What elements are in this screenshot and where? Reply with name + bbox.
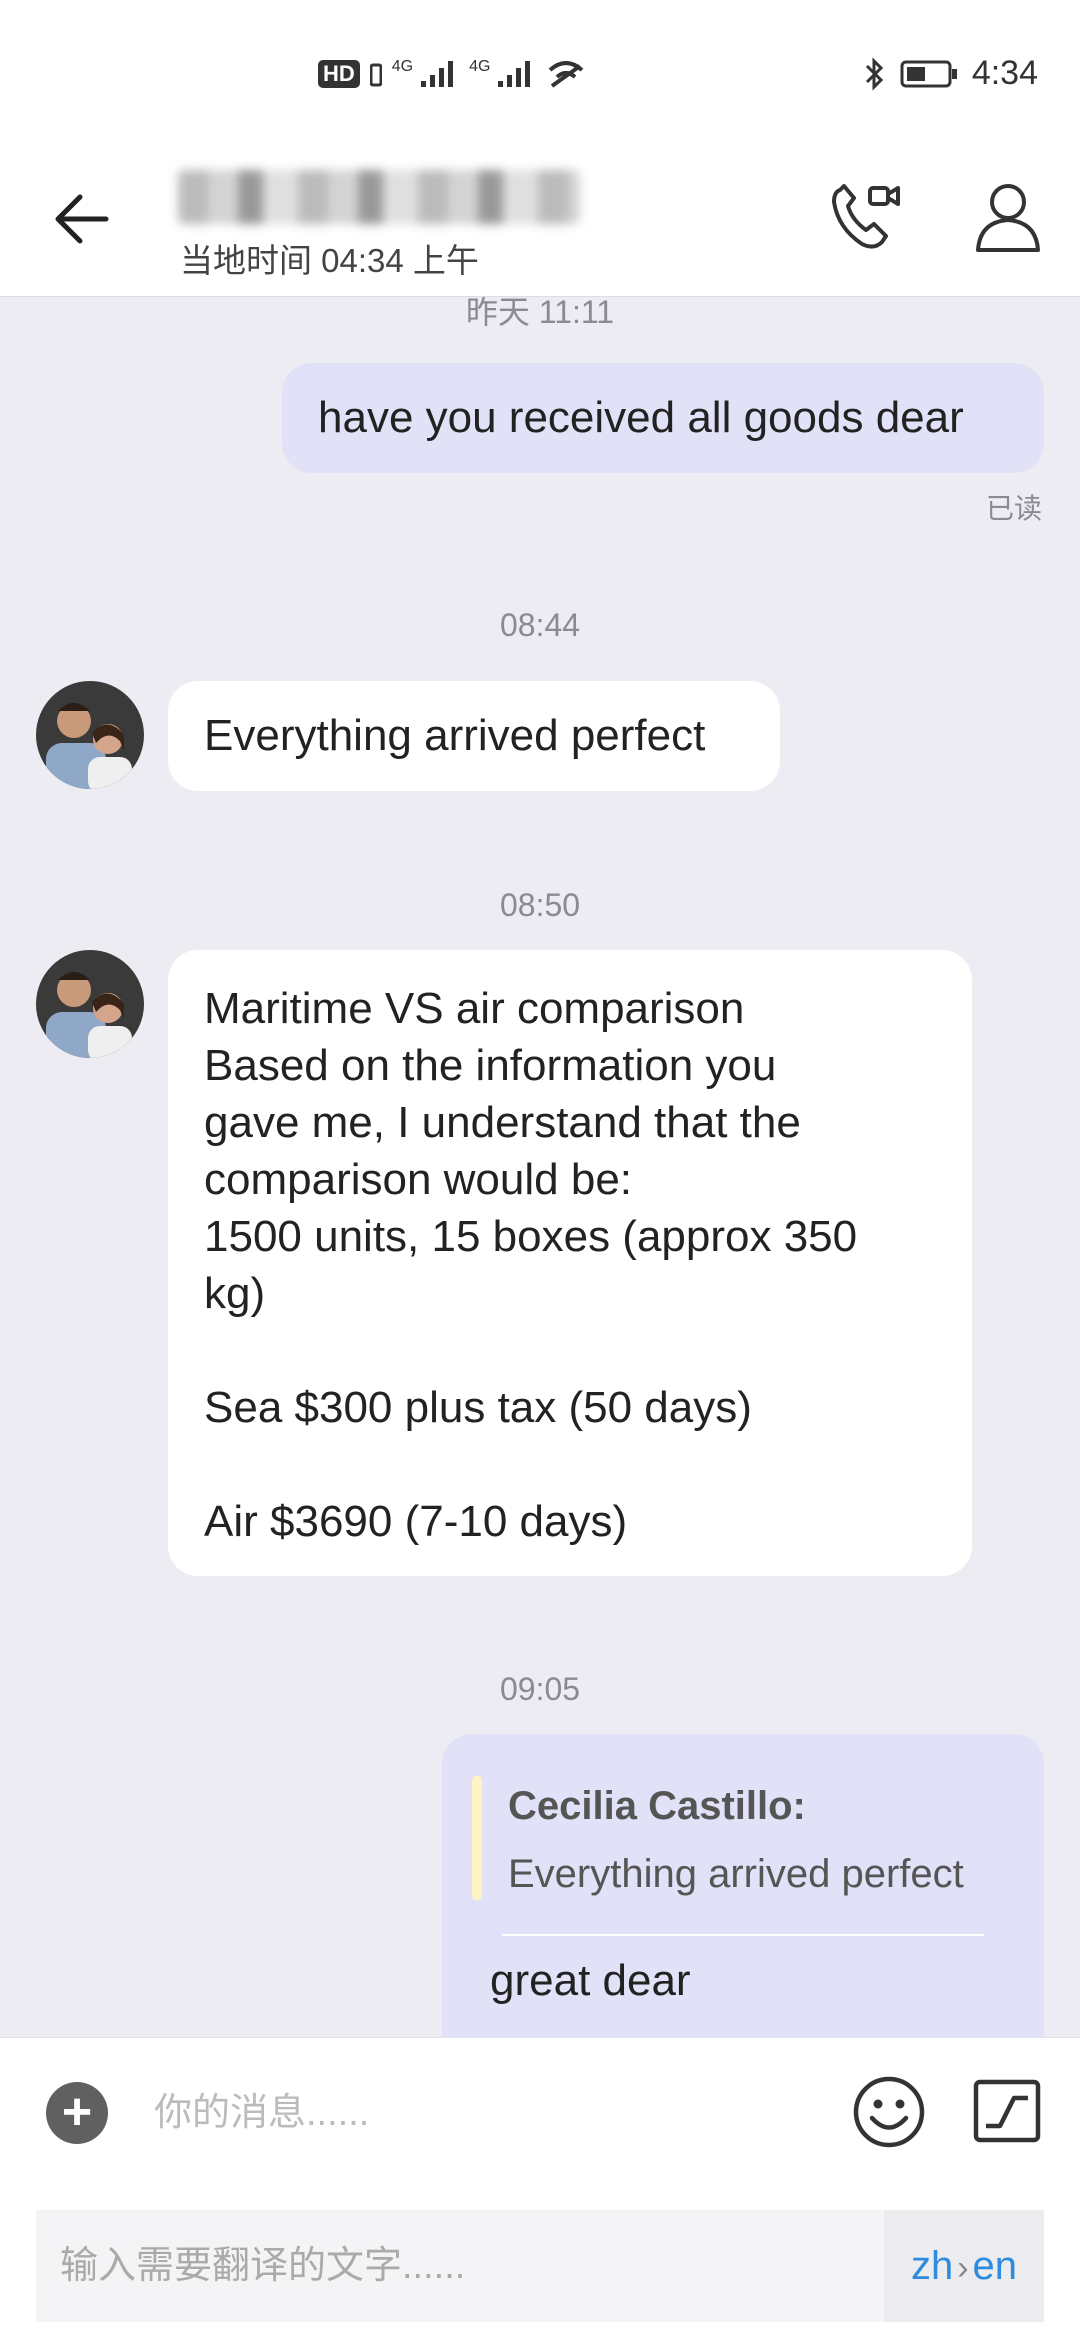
timestamp: 昨天 11:11 bbox=[465, 297, 615, 330]
source-language: zh bbox=[910, 2244, 954, 2288]
message-input-bar: + 你的消息...... bbox=[0, 2037, 1080, 2186]
status-bar: HD 4G 4G 4:34 bbox=[0, 0, 1080, 140]
status-indicators: HD 4G 4G bbox=[318, 58, 586, 90]
message-line: Air $3690 (7-10 days) bbox=[204, 1497, 628, 1546]
contact-avatar[interactable] bbox=[36, 950, 144, 1058]
message-line: 1500 units, 15 boxes (approx 350 bbox=[204, 1212, 858, 1261]
target-language: en bbox=[972, 2244, 1018, 2288]
network-type-label: 4G bbox=[391, 58, 414, 75]
message-line: Sea $300 plus tax (50 days) bbox=[204, 1383, 752, 1432]
message-input[interactable]: 你的消息...... bbox=[154, 2078, 814, 2148]
status-clock: 4:34 bbox=[971, 54, 1038, 92]
network-type-label: 4G bbox=[469, 58, 491, 75]
message-text: great dear bbox=[490, 1956, 691, 2005]
quoted-text: Everything arrived perfect bbox=[508, 1852, 964, 1896]
avatar-photo bbox=[36, 950, 144, 1058]
quote-divider bbox=[502, 1934, 984, 1936]
timestamp: 09:05 bbox=[499, 1671, 581, 1707]
battery-icon bbox=[900, 60, 957, 87]
signal-strength-icon bbox=[421, 61, 454, 87]
chat-header: 当地时间 04:34 上午 bbox=[0, 140, 1080, 297]
volte-icon bbox=[369, 63, 382, 87]
status-right: 4:34 bbox=[864, 54, 1038, 93]
timestamp: 08:44 bbox=[499, 607, 581, 643]
message-line: Maritime VS air comparison bbox=[204, 984, 745, 1033]
video-call-icon[interactable] bbox=[826, 176, 906, 256]
contact-avatar[interactable] bbox=[36, 681, 144, 789]
message-line: comparison would be: bbox=[204, 1155, 633, 1204]
message-line: gave me, I understand that the bbox=[204, 1098, 801, 1147]
quote-bar bbox=[472, 1776, 482, 1900]
add-attachment-button[interactable]: + bbox=[46, 2082, 108, 2144]
outgoing-reply-message[interactable]: Cecilia Castillo: Everything arrived per… bbox=[442, 1734, 1044, 2037]
translate-toggle-icon[interactable] bbox=[972, 2078, 1042, 2144]
message-line bbox=[204, 1322, 972, 1379]
back-arrow-icon[interactable] bbox=[50, 184, 120, 254]
contact-name-redacted bbox=[178, 170, 580, 224]
translate-bar: 输入需要翻译的文字...... zh › en bbox=[0, 2185, 1080, 2340]
quoted-author: Cecilia Castillo: bbox=[508, 1784, 806, 1828]
message-text: have you received all goods dear bbox=[318, 393, 964, 442]
contact-local-time: 当地时间 04:34 上午 bbox=[180, 242, 479, 279]
avatar-photo bbox=[36, 681, 144, 789]
wifi-off-icon bbox=[549, 61, 584, 88]
hd-voice-badge: HD bbox=[318, 60, 360, 88]
profile-icon[interactable] bbox=[968, 176, 1048, 256]
incoming-message[interactable]: Maritime VS air comparison Based on the … bbox=[168, 950, 972, 1576]
chat-screen: HD 4G 4G 4:34 当地时间 04:34 上午 昨天 11:11 hav… bbox=[0, 0, 1080, 2340]
read-receipt: 已读 bbox=[985, 493, 1042, 524]
message-line: kg) bbox=[204, 1269, 266, 1318]
incoming-message[interactable]: Everything arrived perfect bbox=[168, 681, 780, 791]
outgoing-message[interactable]: have you received all goods dear bbox=[282, 363, 1044, 473]
emoji-icon[interactable] bbox=[852, 2075, 926, 2149]
message-list[interactable]: 昨天 11:11 have you received all goods dea… bbox=[0, 297, 1080, 2037]
bluetooth-icon bbox=[865, 56, 883, 91]
translate-input[interactable]: 输入需要翻译的文字...... bbox=[36, 2210, 884, 2322]
message-text: Everything arrived perfect bbox=[204, 711, 706, 760]
signal-strength-icon bbox=[498, 61, 531, 87]
timestamp: 08:50 bbox=[499, 887, 581, 923]
message-line: Based on the information you bbox=[204, 1041, 777, 1090]
chevron-right-icon: › bbox=[957, 2249, 969, 2287]
language-switch-button[interactable]: zh › en bbox=[884, 2210, 1044, 2322]
message-line bbox=[204, 1436, 972, 1493]
